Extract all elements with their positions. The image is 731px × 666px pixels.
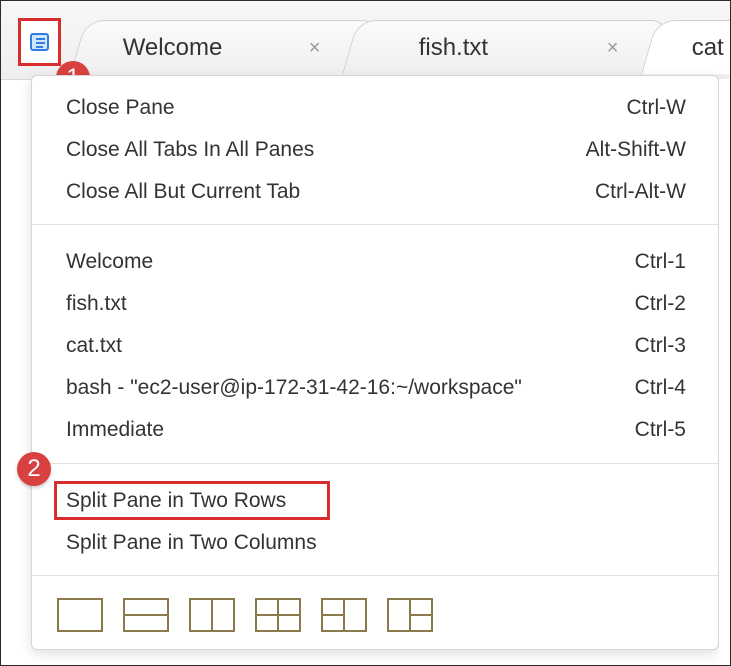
close-icon[interactable]: × — [309, 21, 321, 75]
menu-item-label: Close All Tabs In All Panes — [66, 138, 315, 161]
tab-label: Welcome — [122, 34, 223, 61]
menu-item-close-all-tabs[interactable]: Close All Tabs In All Panes Alt-Shift-W — [66, 136, 686, 164]
tab-welcome[interactable]: Welcome × — [70, 20, 381, 75]
list-menu-icon — [30, 32, 49, 51]
left-split-layout-icon[interactable] — [321, 598, 367, 632]
menu-item-shortcut: Alt-Shift-W — [585, 138, 686, 161]
close-icon[interactable]: × — [607, 21, 619, 75]
tab-label: cat — [691, 34, 724, 61]
menu-item-shortcut: Ctrl-3 — [634, 334, 686, 357]
layout-options — [57, 598, 447, 634]
editor-edge — [719, 79, 730, 665]
grid-layout-icon[interactable] — [255, 598, 301, 632]
menu-item-shortcut: Ctrl-Alt-W — [595, 180, 686, 203]
split-rows-highlight — [54, 481, 330, 520]
menu-item-close-all-but-current[interactable]: Close All But Current Tab Ctrl-Alt-W — [66, 178, 686, 206]
menu-item-shortcut: Ctrl-4 — [634, 376, 686, 399]
two-columns-layout-icon[interactable] — [189, 598, 235, 632]
menu-item-label: Split Pane in Two Columns — [66, 531, 317, 554]
menu-item-label: Immediate — [66, 418, 165, 441]
menu-item-label: Close All But Current Tab — [66, 180, 301, 203]
single-pane-layout-icon[interactable] — [57, 598, 103, 632]
menu-item-label: bash - "ec2-user@ip-172-31-42-16:~/works… — [66, 376, 522, 399]
menu-divider — [32, 575, 718, 576]
menu-item-fish-txt[interactable]: fish.txt Ctrl-2 — [66, 290, 686, 318]
menu-item-shortcut: Ctrl-2 — [634, 292, 686, 315]
menu-item-label: cat.txt — [66, 334, 123, 357]
menu-item-immediate[interactable]: Immediate Ctrl-5 — [66, 416, 686, 444]
tab-label: fish.txt — [418, 34, 489, 61]
menu-item-close-pane[interactable]: Close Pane Ctrl-W — [66, 94, 686, 122]
menu-item-bash[interactable]: bash - "ec2-user@ip-172-31-42-16:~/works… — [66, 374, 686, 402]
menu-item-shortcut: Ctrl-W — [626, 96, 686, 119]
menu-divider — [32, 224, 718, 225]
menu-item-welcome[interactable]: Welcome Ctrl-1 — [66, 248, 686, 276]
tab-fish-txt[interactable]: fish.txt × — [342, 20, 670, 75]
tab-bar: Welcome × fish.txt × cat — [1, 1, 730, 80]
menu-divider — [32, 463, 718, 464]
menu-item-label: fish.txt — [66, 292, 127, 315]
menu-item-label: Close Pane — [66, 96, 175, 119]
pane-menu-button[interactable] — [18, 18, 61, 66]
menu-item-label: Welcome — [66, 250, 154, 273]
step-badge-two: 2 — [17, 452, 51, 486]
pane-options-menu: Close Pane Ctrl-W Close All Tabs In All … — [31, 75, 719, 650]
menu-item-shortcut: Ctrl-5 — [634, 418, 686, 441]
menu-item-split-two-columns[interactable]: Split Pane in Two Columns — [66, 529, 686, 557]
two-rows-layout-icon[interactable] — [123, 598, 169, 632]
ide-window: Welcome × fish.txt × cat 1 Close Pane Ct… — [0, 0, 731, 666]
menu-item-cat-txt[interactable]: cat.txt Ctrl-3 — [66, 332, 686, 360]
right-split-layout-icon[interactable] — [387, 598, 433, 632]
menu-item-shortcut: Ctrl-1 — [634, 250, 686, 273]
